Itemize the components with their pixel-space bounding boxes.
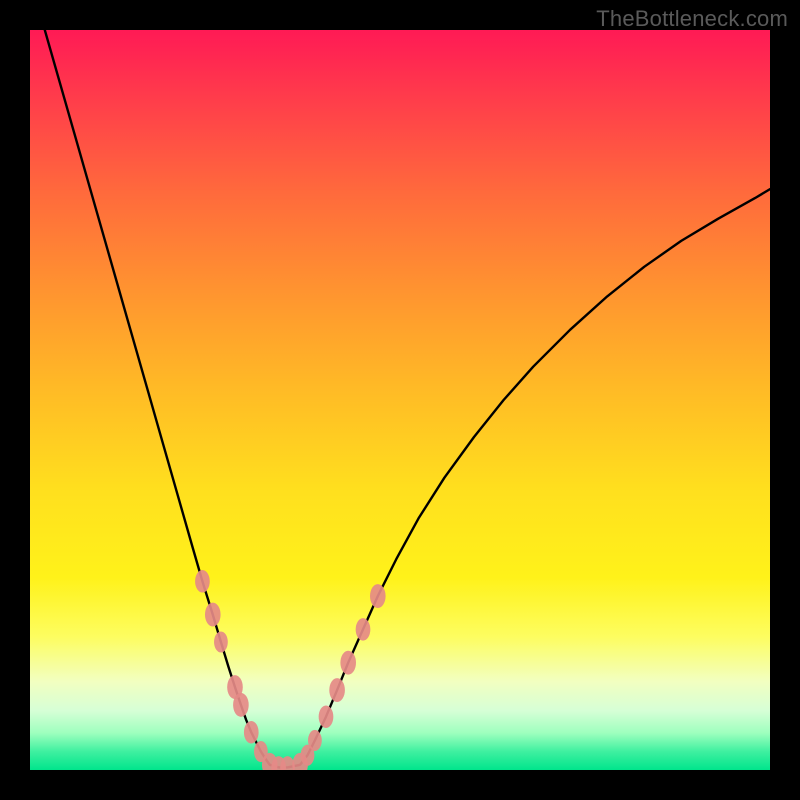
data-marker [214,631,228,652]
chart-frame: TheBottleneck.com [0,0,800,800]
data-marker [356,618,371,641]
data-marker [205,603,221,627]
chart-svg [30,30,770,770]
data-marker [329,678,345,702]
bottleneck-curve [45,30,770,767]
data-marker [340,651,356,675]
watermark-label: TheBottleneck.com [596,6,788,32]
data-marker [319,705,334,728]
plot-area [30,30,770,770]
data-marker [308,730,322,751]
data-marker [233,693,249,717]
marker-group [195,570,386,770]
data-marker [244,721,259,744]
data-marker [195,570,210,593]
data-marker [370,584,386,608]
curve-group [45,30,770,767]
